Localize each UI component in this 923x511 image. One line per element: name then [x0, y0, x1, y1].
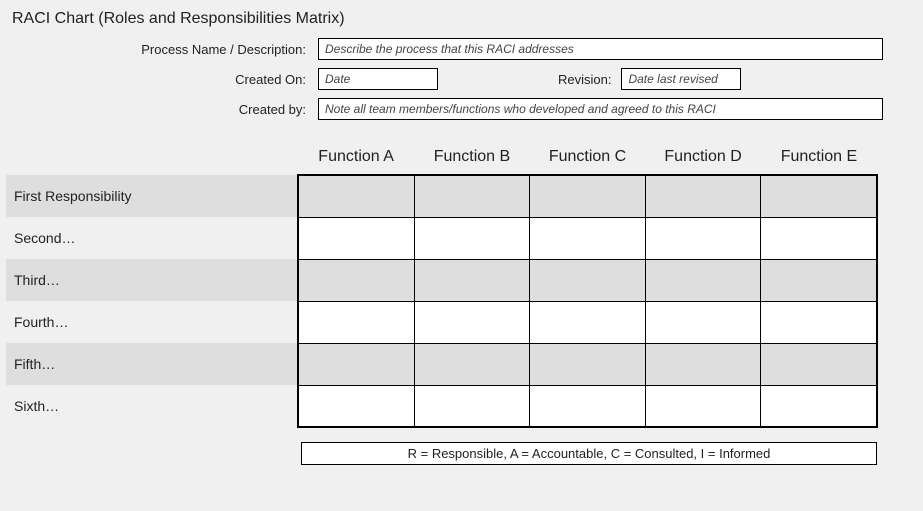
raci-cell[interactable]: [530, 217, 646, 259]
revision-input[interactable]: Date last revised: [621, 68, 741, 90]
col-header[interactable]: Function D: [645, 148, 761, 175]
raci-cell[interactable]: [298, 259, 414, 301]
raci-cell[interactable]: [414, 217, 530, 259]
row-label[interactable]: Fifth…: [6, 343, 298, 385]
table-row: First Responsibility: [6, 175, 877, 217]
table-row: Sixth…: [6, 385, 877, 427]
raci-cell[interactable]: [761, 343, 877, 385]
table-row: Fourth…: [6, 301, 877, 343]
process-label: Process Name / Description:: [106, 42, 318, 57]
process-input[interactable]: Describe the process that this RACI addr…: [318, 38, 883, 60]
raci-cell[interactable]: [298, 301, 414, 343]
raci-cell[interactable]: [645, 343, 761, 385]
raci-cell[interactable]: [414, 343, 530, 385]
meta-block: Process Name / Description: Describe the…: [106, 38, 883, 120]
created-on-label: Created On:: [106, 72, 318, 87]
row-label[interactable]: Third…: [6, 259, 298, 301]
raci-cell[interactable]: [298, 175, 414, 217]
raci-cell[interactable]: [645, 259, 761, 301]
raci-cell[interactable]: [761, 385, 877, 427]
page-title: RACI Chart (Roles and Responsibilities M…: [12, 10, 903, 28]
raci-cell[interactable]: [530, 175, 646, 217]
raci-cell[interactable]: [530, 259, 646, 301]
col-header[interactable]: Function C: [530, 148, 646, 175]
row-label[interactable]: Second…: [6, 217, 298, 259]
revision-label: Revision:: [438, 72, 621, 87]
raci-cell[interactable]: [414, 175, 530, 217]
row-label[interactable]: Fourth…: [6, 301, 298, 343]
raci-cell[interactable]: [298, 385, 414, 427]
raci-cell[interactable]: [530, 343, 646, 385]
raci-cell[interactable]: [761, 217, 877, 259]
row-label[interactable]: Sixth…: [6, 385, 298, 427]
raci-cell[interactable]: [414, 385, 530, 427]
raci-cell[interactable]: [414, 301, 530, 343]
raci-cell[interactable]: [761, 301, 877, 343]
table-row: Third…: [6, 259, 877, 301]
created-on-input[interactable]: Date: [318, 68, 438, 90]
table-row: Second…: [6, 217, 877, 259]
raci-table: Function A Function B Function C Functio…: [6, 148, 878, 428]
col-header[interactable]: Function E: [761, 148, 877, 175]
raci-grid: Function A Function B Function C Functio…: [6, 148, 903, 465]
raci-cell[interactable]: [298, 217, 414, 259]
raci-legend: R = Responsible, A = Accountable, C = Co…: [301, 442, 877, 465]
raci-cell[interactable]: [645, 217, 761, 259]
raci-document: RACI Chart (Roles and Responsibilities M…: [0, 0, 923, 485]
table-row: Fifth…: [6, 343, 877, 385]
raci-cell[interactable]: [298, 343, 414, 385]
col-header[interactable]: Function B: [414, 148, 530, 175]
raci-cell[interactable]: [645, 301, 761, 343]
col-header[interactable]: Function A: [298, 148, 414, 175]
row-label[interactable]: First Responsibility: [6, 175, 298, 217]
created-by-input[interactable]: Note all team members/functions who deve…: [318, 98, 883, 120]
raci-cell[interactable]: [530, 385, 646, 427]
created-by-label: Created by:: [106, 102, 318, 117]
raci-cell[interactable]: [414, 259, 530, 301]
raci-cell[interactable]: [645, 385, 761, 427]
raci-cell[interactable]: [645, 175, 761, 217]
raci-cell[interactable]: [761, 175, 877, 217]
raci-cell[interactable]: [530, 301, 646, 343]
raci-cell[interactable]: [761, 259, 877, 301]
